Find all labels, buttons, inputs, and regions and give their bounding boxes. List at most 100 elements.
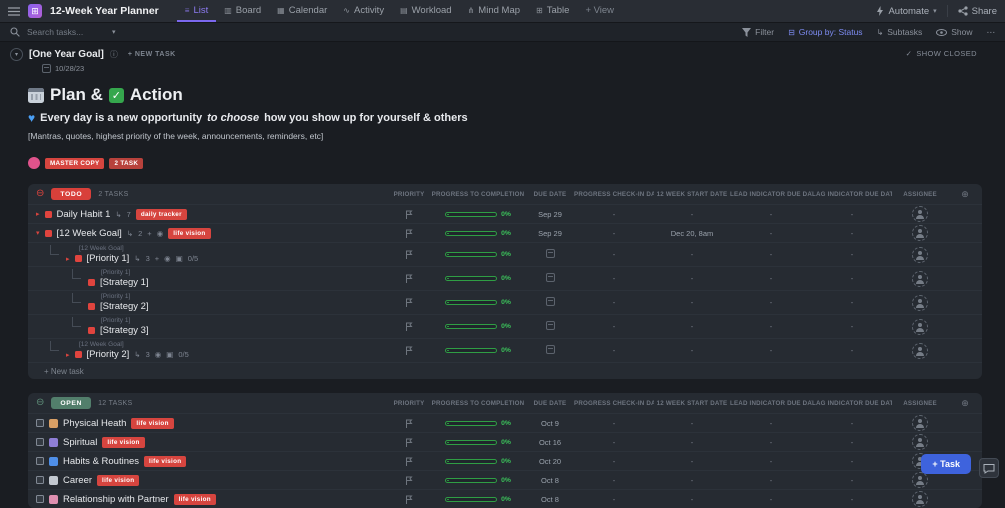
lag-indicator-date[interactable]: - [812,476,892,485]
expand-chevron-icon[interactable]: ▸ [66,255,70,263]
lead-indicator-date[interactable]: - [730,346,812,355]
due-date-empty[interactable] [526,345,574,356]
assignee-avatar[interactable] [912,318,928,335]
status-square-icon[interactable] [74,255,82,262]
column-header-assignee[interactable]: ASSIGNEE [892,191,948,198]
filter-button[interactable]: Filter [742,27,774,37]
column-header-due-date[interactable]: DUE DATE [526,191,574,198]
share-button[interactable]: Share [958,6,997,17]
start-date[interactable]: - [654,210,730,219]
avatar[interactable] [28,157,40,169]
lag-indicator-date[interactable]: - [812,274,892,283]
tab-calendar[interactable]: ▦ Calendar [269,0,335,22]
lag-indicator-date[interactable]: - [812,229,892,238]
tab-mind-map[interactable]: ⋔ Mind Map [460,0,528,22]
tag-task-count[interactable]: 2 TASK [109,157,144,169]
show-button[interactable]: Show [936,27,973,37]
checkin-date[interactable]: - [574,210,654,219]
assignee-avatar[interactable] [912,415,928,431]
due-date-empty[interactable] [526,321,574,332]
search-input[interactable] [25,26,107,38]
assignee-avatar[interactable] [912,270,928,287]
add-column-icon[interactable]: ⊕ [948,398,982,409]
table-row[interactable]: Habits & Routines life vision 0% Oct 20 … [28,451,982,470]
collapse-chevron-icon[interactable]: ▾ [36,229,40,237]
lead-indicator-date[interactable]: - [730,210,812,219]
due-date[interactable]: Sep 29 [526,229,574,238]
collapse-group-icon[interactable]: ⊖ [36,398,44,408]
due-date-empty[interactable] [526,273,574,284]
lag-indicator-date[interactable]: - [812,250,892,259]
column-header-checkin[interactable]: PROGRESS CHECK-IN DATE [574,400,654,407]
checkin-date[interactable]: - [574,298,654,307]
table-row[interactable]: [12 Week Goal] ▸ [Priority 2] ↳ 3 ◉ ▣ 0/… [28,338,982,362]
status-square-icon[interactable] [88,279,95,286]
table-row[interactable]: ▸ Daily Habit 1 ↳ 7 daily tracker 0% Sep… [28,204,982,223]
column-header-lead[interactable]: LEAD INDICATOR DUE DATE [730,191,812,198]
column-header-assignee[interactable]: ASSIGNEE [892,400,948,407]
priority-cell[interactable] [388,229,430,238]
due-date-empty[interactable] [526,297,574,308]
lead-indicator-date[interactable]: - [730,419,812,428]
due-date[interactable]: Oct 20 [526,457,574,466]
task-name[interactable]: Habits & Routines [63,456,139,467]
table-row[interactable]: [12 Week Goal] ▸ [Priority 1] ↳ 3 + ◉ ▣ … [28,242,982,266]
due-date[interactable]: Oct 16 [526,438,574,447]
add-subtask-icon[interactable]: + [155,254,159,263]
start-date[interactable]: - [654,322,730,331]
priority-cell[interactable] [388,274,430,283]
assignee-avatar[interactable] [912,472,928,488]
chevron-down-icon[interactable]: ▾ [112,28,116,36]
task-name[interactable]: [Priority 2] [87,349,130,360]
priority-cell[interactable] [388,457,430,466]
start-date[interactable]: - [654,438,730,447]
automate-button[interactable]: Automate ▾ [876,6,937,17]
column-header-priority[interactable]: PRIORITY [388,191,430,198]
status-square-icon[interactable] [88,327,95,334]
start-date[interactable]: - [654,457,730,466]
search-box[interactable]: ▾ [10,26,120,38]
start-date[interactable]: - [654,346,730,355]
add-subtask-icon[interactable]: + [147,229,151,238]
column-header-lead[interactable]: LEAD INDICATOR DUE DATE [730,400,812,407]
status-square-icon[interactable] [36,438,44,446]
assignee-avatar[interactable] [912,294,928,311]
lag-indicator-date[interactable]: - [812,298,892,307]
lag-indicator-date[interactable]: - [812,438,892,447]
status-square-icon[interactable] [36,419,44,427]
priority-cell[interactable] [388,495,430,504]
tag-life-vision[interactable]: life vision [144,455,187,467]
table-row[interactable]: [Priority 1] [Strategy 3] 0% - - - - [28,314,982,338]
start-date[interactable]: - [654,476,730,485]
task-name[interactable]: [Strategy 3] [100,325,149,336]
new-task-link[interactable]: + NEW TASK [128,51,176,58]
column-header-due-date[interactable]: DUE DATE [526,400,574,407]
due-date[interactable]: Oct 8 [526,476,574,485]
priority-cell[interactable] [388,438,430,447]
status-square-icon[interactable] [44,210,52,218]
tag-master-copy[interactable]: MASTER COPY [45,157,105,169]
checkin-date[interactable]: - [574,495,654,504]
lag-indicator-date[interactable]: - [812,322,892,331]
assignee-avatar[interactable] [912,246,928,263]
priority-cell[interactable] [388,298,430,307]
priority-cell[interactable] [388,476,430,485]
column-header-lag[interactable]: LAG INDICATOR DUE DATE [812,400,892,407]
due-date[interactable]: Oct 8 [526,495,574,504]
assignee-avatar[interactable] [912,225,928,241]
task-name[interactable]: [12 Week Goal] [57,228,122,239]
expand-chevron-icon[interactable]: ▸ [66,351,70,359]
watch-eye-icon[interactable]: ◉ [155,350,162,359]
status-square-icon[interactable] [88,303,95,310]
lead-indicator-date[interactable]: - [730,457,812,466]
lag-indicator-date[interactable]: - [812,210,892,219]
checkin-date[interactable]: - [574,346,654,355]
checkin-date[interactable]: - [574,322,654,331]
lead-indicator-date[interactable]: - [730,476,812,485]
tab-workload[interactable]: ▤ Workload [392,0,460,22]
assignee-avatar[interactable] [912,342,928,359]
priority-cell[interactable] [388,250,430,259]
checkin-date[interactable]: - [574,457,654,466]
expand-chevron-icon[interactable]: ▸ [36,210,40,218]
help-chat-button[interactable] [979,458,999,478]
